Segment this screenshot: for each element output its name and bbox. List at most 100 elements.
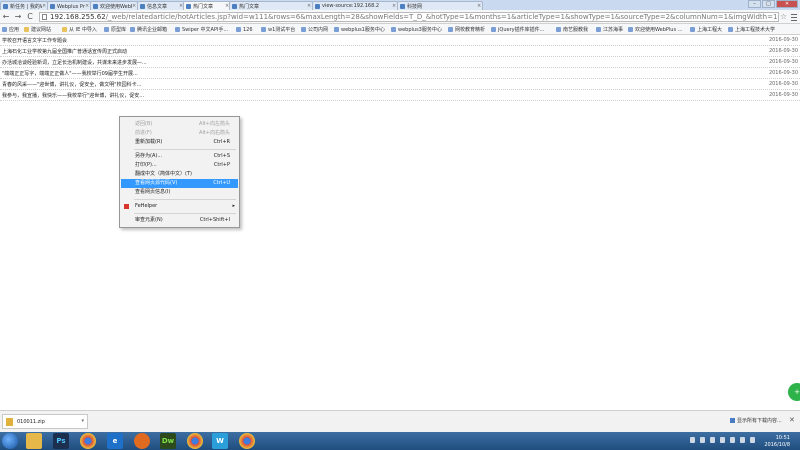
bookmark-item[interactable]: 江苏海事	[596, 26, 623, 33]
back-button[interactable]: ←	[2, 12, 10, 21]
article-row: "端端正正写字，端端正正做人"——我校举行09届学生开展... 2016-09-3…	[0, 68, 800, 79]
menu-separator	[134, 149, 236, 150]
article-link[interactable]: 我参与，我宣播，我快乐——我校举行"迎世博，讲礼仪，促安...	[2, 92, 144, 99]
floating-plus-button[interactable]: +	[788, 383, 800, 401]
article-date: 2016-09-30	[768, 70, 798, 76]
article-link[interactable]: 上海石化工业学校第九届全国推广普通话宣传周正式启动	[2, 48, 127, 55]
bookmark-item[interactable]: 上海工程大	[690, 26, 722, 33]
download-icon	[730, 418, 735, 423]
chrome-menu-icon[interactable]	[790, 12, 798, 21]
bookmark-item[interactable]: 从 IE 中导入	[62, 26, 97, 33]
tray-app-icon[interactable]	[740, 437, 745, 443]
submenu-arrow-icon: ▸	[232, 203, 235, 209]
tray-app-icon[interactable]	[730, 437, 735, 443]
bookmark-item[interactable]: 腾讯企业邮箱	[130, 26, 167, 33]
browser-toolbar: ← → C 192.168.255.62/_web/relatedarticle…	[0, 10, 800, 24]
menu-item-reload[interactable]: 重新加载(R) Ctrl+R	[121, 138, 238, 147]
dreamweaver-icon[interactable]: Dw	[160, 433, 176, 449]
article-row: 学校召开语言文字工作专题会 2016-09-30	[0, 35, 800, 46]
minimize-button[interactable]: –	[748, 0, 761, 8]
ie-icon[interactable]: e	[107, 433, 123, 449]
bookmark-item[interactable]: 原型库	[104, 26, 126, 33]
tab-7[interactable]: view-source:192.168.2 ×	[312, 1, 398, 10]
page-icon	[448, 27, 453, 32]
start-button[interactable]	[2, 433, 18, 449]
menu-item-translate[interactable]: 翻成中文（简体中文）(T)	[121, 170, 238, 179]
bookmark-item[interactable]: 公司内网	[301, 26, 328, 33]
download-options-icon[interactable]: ▾	[81, 418, 84, 424]
forward-button[interactable]: →	[14, 12, 22, 21]
menu-item-inspect[interactable]: 审查元素(N) Ctrl+Shift+I	[121, 216, 238, 225]
page-icon	[391, 27, 396, 32]
tab-2[interactable]: Webplus Pro站点入口×	[47, 1, 91, 10]
fehelper-icon	[124, 204, 129, 209]
webplus-icon[interactable]: W	[212, 433, 228, 449]
article-link[interactable]: 青春的风采——"迎世博，讲礼仪，促安全，做文明"校园科卡...	[2, 81, 141, 88]
page-icon	[236, 27, 241, 32]
tab-6[interactable]: 热门文章 ×	[229, 1, 313, 10]
close-window-button[interactable]: ✕	[776, 0, 798, 8]
bookmark-item[interactable]: Swiper 中文API手...	[175, 26, 228, 33]
chrome-icon[interactable]	[239, 433, 255, 449]
bookmark-item[interactable]: 建议网站	[24, 26, 51, 33]
bookmark-item[interactable]: 南艺服教我	[556, 26, 588, 33]
download-item[interactable]: 010011.zip ▾	[2, 414, 88, 429]
close-tab-icon[interactable]: ×	[477, 3, 482, 9]
url-host: 192.168.255.62	[50, 13, 106, 21]
tray-network-icon[interactable]	[710, 437, 715, 443]
menu-item-save-as[interactable]: 另存为(A)... Ctrl+S	[121, 152, 238, 161]
article-link[interactable]: 办活城洽谈经验新词，立足长治机制建设，共谋未来进步发展—...	[2, 59, 147, 66]
chrome-icon[interactable]	[187, 433, 203, 449]
chrome-icon[interactable]	[80, 433, 96, 449]
bookmark-item[interactable]: jQuery插件库插件...	[491, 26, 544, 33]
page-icon	[728, 27, 733, 32]
page-icon	[628, 27, 633, 32]
bookmark-apps[interactable]: 应用	[2, 26, 19, 33]
url-path: /_web/relatedarticle/hotArticles.jsp?wid…	[105, 13, 779, 21]
tab-5-active[interactable]: 热门文章 ×	[183, 1, 231, 10]
firefox-icon[interactable]	[134, 433, 150, 449]
menu-item-forward[interactable]: 前进(F) Alt+向右箭头	[121, 129, 238, 138]
show-all-downloads-link[interactable]: 显示所有下载内容...	[730, 417, 782, 424]
menu-item-page-info[interactable]: 查看网页信息(I)	[121, 188, 238, 197]
clock-date[interactable]: 2016/10/8	[764, 442, 790, 448]
clock-time[interactable]: 10:51	[776, 435, 790, 441]
tray-up-arrow-icon[interactable]	[690, 437, 695, 443]
article-date: 2016-09-30	[768, 37, 798, 43]
window-controls: – □ ✕	[748, 0, 798, 8]
bookmarks-bar: 应用 建议网站 从 IE 中导入 原型库 腾讯企业邮箱 Swiper 中文API…	[0, 24, 800, 35]
article-date: 2016-09-30	[768, 48, 798, 54]
bookmark-item[interactable]: 上海工程技术大学	[728, 26, 775, 33]
tab-4[interactable]: 信息文章 ×	[137, 1, 185, 10]
explorer-icon[interactable]	[26, 433, 42, 449]
bookmark-item[interactable]: w1测试平台	[261, 26, 295, 33]
article-link[interactable]: "端端正正写字，端端正正做人"——我校举行09届学生开展...	[2, 70, 138, 77]
tab-1[interactable]: 新任务 | 我的Weblogue×	[0, 1, 48, 10]
address-bar[interactable]: 192.168.255.62/_web/relatedarticle/hotAr…	[39, 12, 779, 22]
tray-app-icon[interactable]	[750, 437, 755, 443]
reload-button[interactable]: C	[26, 12, 34, 21]
favicon-icon	[315, 3, 320, 9]
tray-flag-icon[interactable]	[700, 437, 705, 443]
bookmark-item[interactable]: 欢迎使用WebPlus ...	[628, 26, 682, 33]
menu-item-fehelper[interactable]: FeHelper ▸	[121, 202, 238, 211]
close-download-bar-icon[interactable]: ✕	[789, 416, 795, 424]
article-row: 我参与，我宣播，我快乐——我校举行"迎世博，讲礼仪，促安... 2016-09-3…	[0, 90, 800, 101]
maximize-button[interactable]: □	[762, 0, 775, 8]
bookmark-star-icon[interactable]: ☆	[780, 12, 787, 21]
menu-item-view-source[interactable]: 查看网页源代码(V) Ctrl+U	[121, 179, 238, 188]
article-link[interactable]: 学校召开语言文字工作专题会	[2, 37, 67, 44]
page-icon	[104, 27, 109, 32]
bookmark-item[interactable]: 网校教育精析	[448, 26, 485, 33]
tray-volume-icon[interactable]	[720, 437, 725, 443]
photoshop-icon[interactable]: Ps	[53, 433, 69, 449]
tab-3[interactable]: 欢迎使用WebPlus Pro×	[90, 1, 138, 10]
tab-8[interactable]: 科技网 ×	[397, 1, 483, 10]
menu-item-print[interactable]: 打印(P)... Ctrl+P	[121, 161, 238, 170]
bookmark-item[interactable]: 126	[236, 26, 253, 33]
bookmark-item[interactable]: webplus1服务中心	[334, 26, 385, 33]
bookmark-item[interactable]: webplus3服务中心	[391, 26, 442, 33]
context-menu: 返回(B) Alt+向左箭头 前进(F) Alt+向右箭头 重新加载(R) Ctrl+…	[119, 116, 240, 228]
menu-item-back[interactable]: 返回(B) Alt+向左箭头	[121, 120, 238, 129]
article-date: 2016-09-30	[768, 92, 798, 98]
